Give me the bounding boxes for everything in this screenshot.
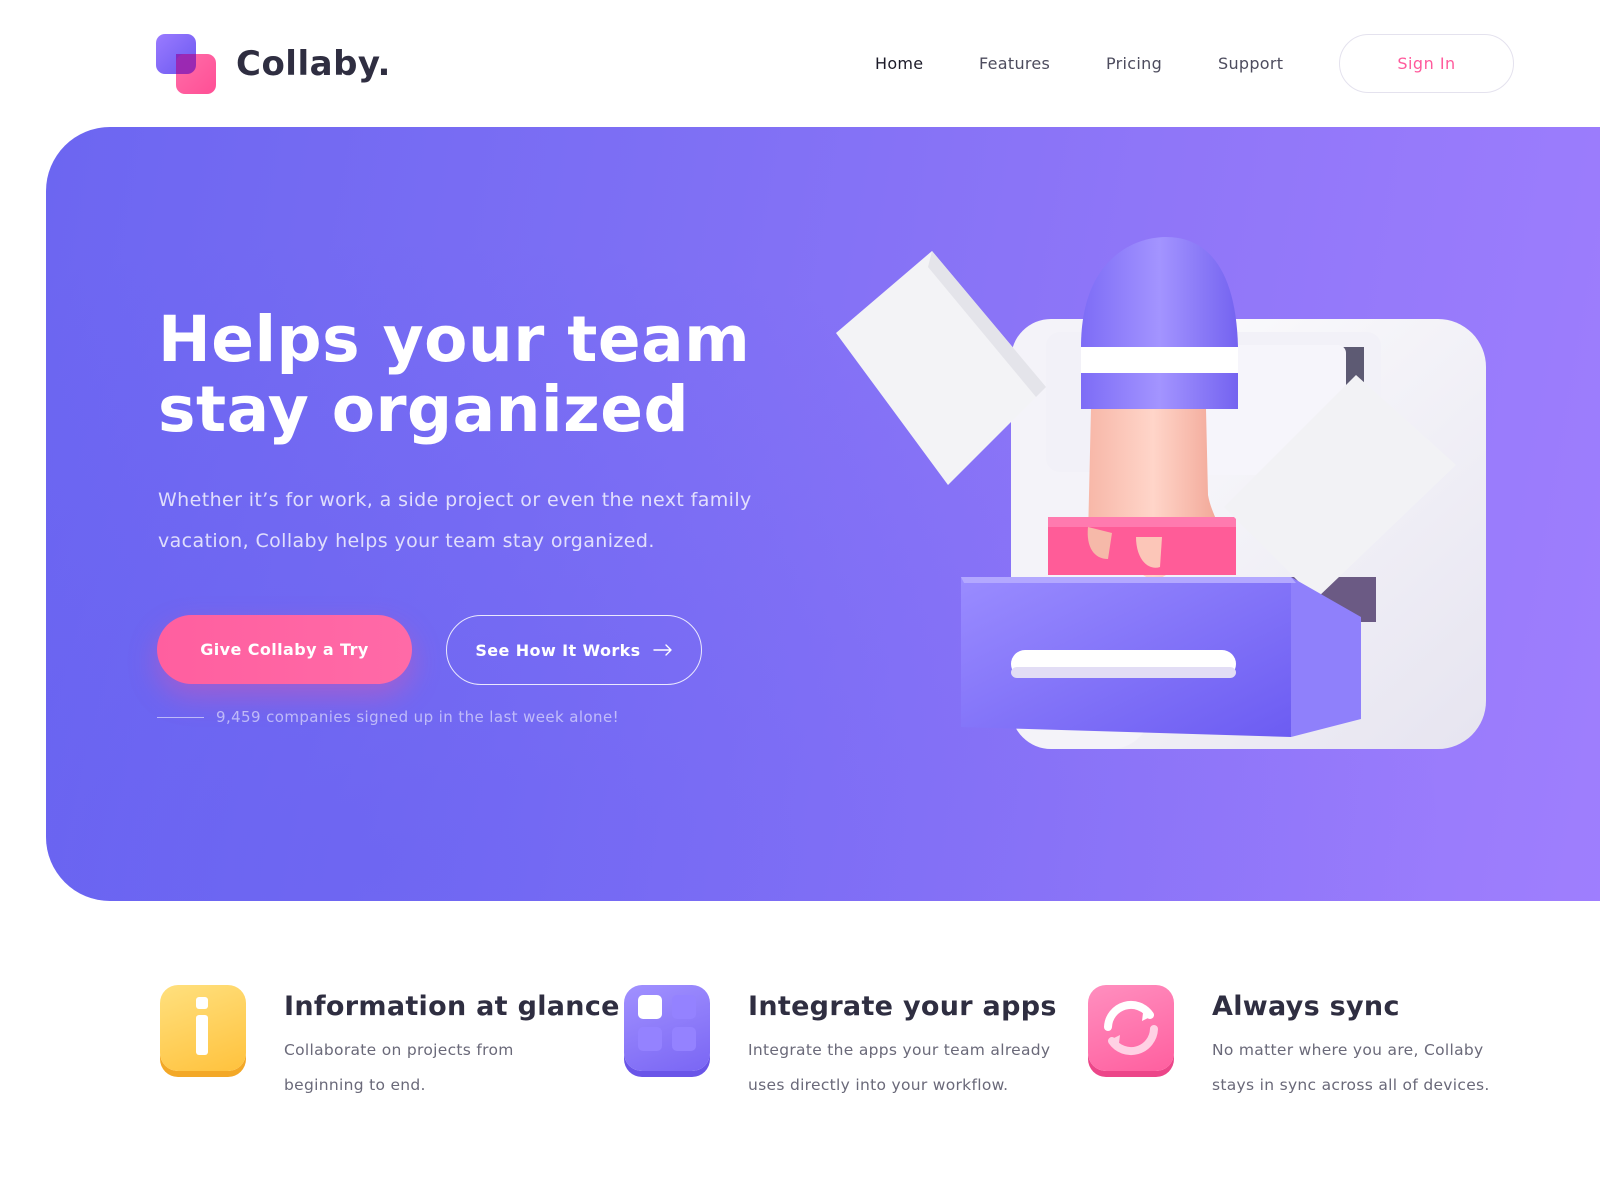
feature-title: Integrate your apps: [748, 991, 1057, 1022]
arrow-right-icon: [652, 644, 673, 656]
collaby-logo-icon[interactable]: [156, 34, 216, 94]
sign-in-button[interactable]: Sign In: [1339, 34, 1514, 93]
feature-title: Always sync: [1212, 991, 1400, 1022]
nav-home-link[interactable]: Home: [875, 54, 923, 73]
top-navigation: Collaby. Home Features Pricing Support S…: [0, 0, 1600, 128]
feature-title: Information at glance: [284, 991, 620, 1022]
feature-description: Collaborate on projects from beginning t…: [284, 1041, 514, 1094]
hand-filing-drawer-illustration: [836, 237, 1486, 749]
feature-description: Integrate the apps your team already use…: [748, 1041, 1051, 1094]
nav-features-link[interactable]: Features: [979, 54, 1050, 73]
hero-subtext: Whether it’s for work, a side project or…: [158, 489, 752, 552]
feature-description: No matter where you are, Collaby stays i…: [1212, 1041, 1490, 1094]
apps-grid-icon: [624, 985, 710, 1071]
nav-support-link[interactable]: Support: [1218, 54, 1283, 73]
signup-divider: [157, 717, 204, 718]
hero-section: Helps your team stay organized Whether i…: [46, 127, 1600, 901]
info-icon: [160, 985, 246, 1071]
see-how-it-works-label: See How It Works: [475, 640, 641, 660]
signup-note: 9,459 companies signed up in the last we…: [216, 708, 619, 726]
hero-headline-line1: Helps your team: [158, 303, 751, 376]
brand-name[interactable]: Collaby.: [236, 44, 391, 84]
nav-pricing-link[interactable]: Pricing: [1106, 54, 1162, 73]
give-collaby-try-button[interactable]: Give Collaby a Try: [157, 615, 412, 684]
hero-headline: Helps your team stay organized: [158, 305, 798, 445]
hero-headline-line2: stay organized: [158, 373, 690, 446]
see-how-it-works-button[interactable]: See How It Works: [446, 615, 702, 685]
sync-icon: [1088, 985, 1174, 1071]
